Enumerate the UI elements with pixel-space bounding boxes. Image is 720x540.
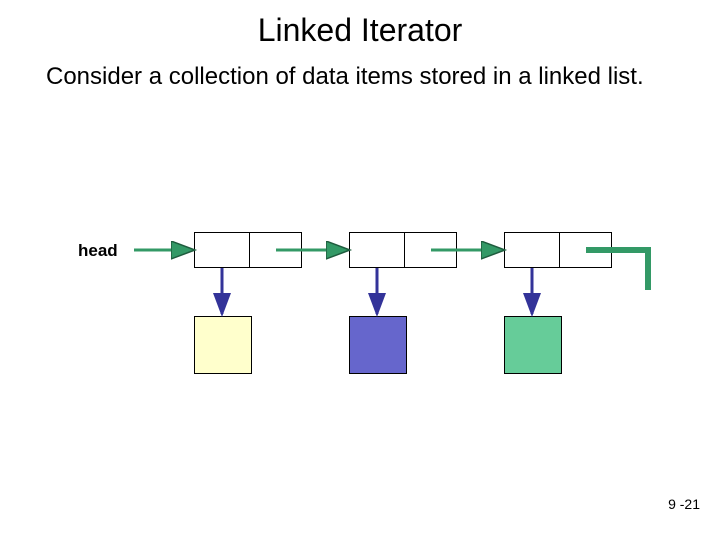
node-divider xyxy=(404,233,405,267)
list-node-1 xyxy=(194,232,302,268)
head-label: head xyxy=(78,241,118,261)
data-box-1 xyxy=(194,316,252,374)
data-box-3 xyxy=(504,316,562,374)
list-node-2 xyxy=(349,232,457,268)
slide-title: Linked Iterator xyxy=(0,12,720,49)
node-divider xyxy=(559,233,560,267)
page-number: 9 -21 xyxy=(668,496,700,512)
slide-body-text: Consider a collection of data items stor… xyxy=(46,62,646,92)
list-node-3 xyxy=(504,232,612,268)
node-divider xyxy=(249,233,250,267)
data-box-2 xyxy=(349,316,407,374)
